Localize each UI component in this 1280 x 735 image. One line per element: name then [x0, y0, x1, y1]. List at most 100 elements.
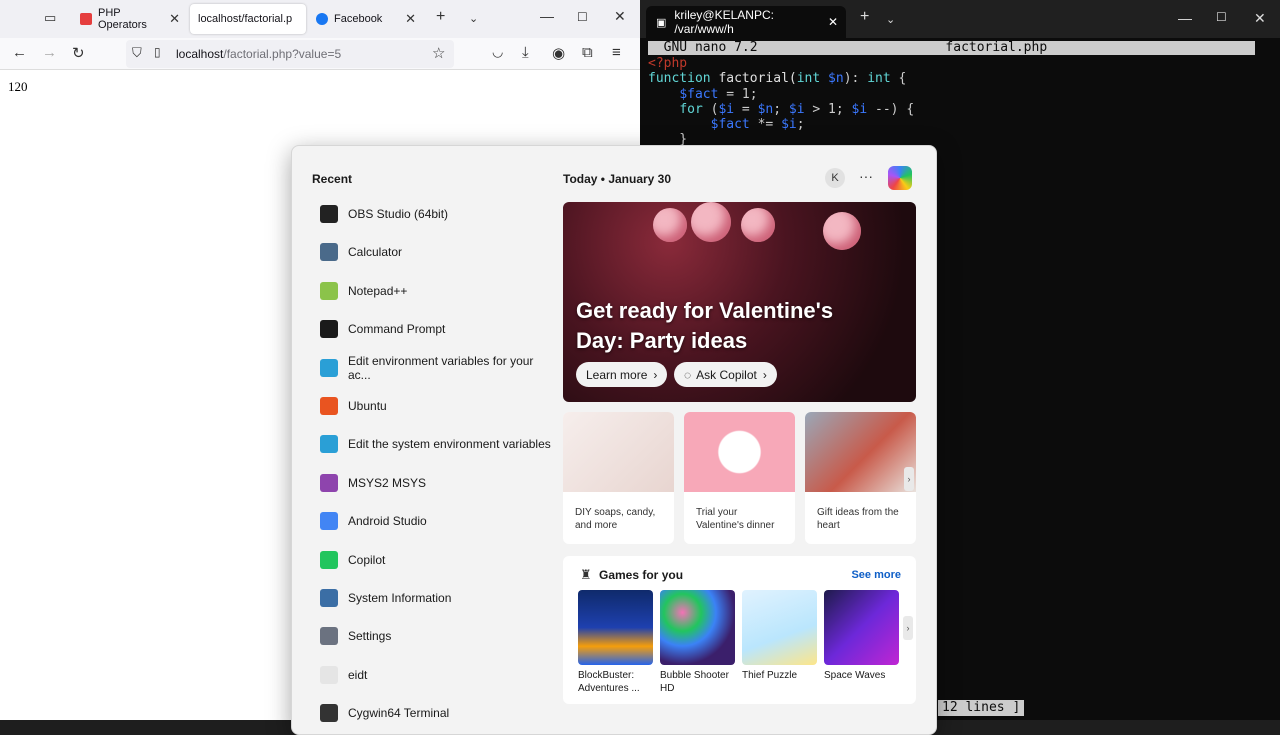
recent-app-item[interactable]: Ubuntu: [320, 394, 556, 418]
new-tab-plus-icon[interactable]: +: [860, 8, 869, 26]
game-tile[interactable]: Bubble Shooter HD: [660, 590, 735, 695]
tab-php-operators[interactable]: PHP Operators ✕: [72, 4, 188, 34]
recent-app-item[interactable]: Settings: [320, 624, 556, 648]
feed-card-diy[interactable]: DIY soaps, candy, and more: [563, 412, 674, 544]
scroll-right-icon[interactable]: ›: [903, 616, 913, 640]
back-icon[interactable]: ←: [12, 44, 27, 61]
recent-app-item[interactable]: Android Studio: [320, 509, 556, 533]
tab-factorial[interactable]: localhost/factorial.p: [190, 4, 306, 34]
recent-app-item[interactable]: MSYS2 MSYS: [320, 471, 556, 495]
heart-balloon-image: [691, 202, 731, 242]
shield-icon[interactable]: ⛉: [132, 45, 142, 61]
downloads-icon[interactable]: ⤓: [522, 44, 529, 61]
recent-app-item[interactable]: Calculator: [320, 240, 556, 264]
recent-app-item[interactable]: Command Prompt: [320, 317, 556, 341]
code-line-5[interactable]: $fact *= $i;: [648, 117, 805, 132]
minimize-icon[interactable]: —: [540, 8, 554, 24]
scroll-right-icon[interactable]: ›: [904, 467, 914, 491]
page-info-icon[interactable]: ▯: [154, 45, 161, 59]
recent-app-label: System Information: [348, 591, 452, 605]
game-tile[interactable]: Thief Puzzle: [742, 590, 817, 682]
feed-card-gifts[interactable]: Gift ideas from the heart: [805, 412, 916, 544]
recent-app-item[interactable]: eidt: [320, 663, 556, 687]
card-caption: Trial your Valentine's dinner: [696, 507, 775, 531]
monitor-icon: [320, 435, 338, 454]
start-menu: Recent OBS Studio (64bit) Calculator Notep…: [291, 145, 937, 735]
code-line-1[interactable]: <?php: [648, 56, 687, 71]
minimize-icon[interactable]: —: [1178, 10, 1192, 26]
recent-app-item[interactable]: Copilot: [320, 548, 556, 572]
code-line-2[interactable]: function factorial(int $n): int {: [648, 71, 906, 86]
hero-card[interactable]: Get ready for Valentine's Day: Party ide…: [563, 202, 916, 402]
recent-app-item[interactable]: Edit the system environment variables: [320, 432, 556, 456]
search-icon: [320, 665, 338, 684]
games-heading: Games for you: [599, 568, 684, 582]
forward-icon[interactable]: →: [42, 44, 57, 61]
learn-more-button[interactable]: Learn more ›: [576, 362, 668, 387]
account-icon[interactable]: ◉: [552, 44, 565, 62]
recent-app-label: Settings: [348, 629, 392, 644]
ask-copilot-label: Ask Copilot: [696, 367, 757, 382]
tab-facebook[interactable]: Facebook ✕: [308, 4, 424, 34]
tab-overview-icon[interactable]: ▭: [44, 10, 56, 26]
recent-heading: Recent: [312, 172, 353, 186]
gear-icon: [320, 627, 338, 646]
recent-app-label: Notepad++: [348, 283, 408, 298]
hero-title: Get ready for Valentine's Day: Party ide…: [576, 298, 834, 353]
list-tabs-chevron-icon[interactable]: ⌄: [469, 12, 478, 25]
recent-app-label: Command Prompt: [348, 322, 446, 337]
close-window-icon[interactable]: ✕: [1254, 10, 1266, 27]
code-line-4[interactable]: for ($i = $n; $i > 1; $i --) {: [648, 102, 914, 117]
recent-app-label: Ubuntu: [348, 399, 387, 413]
tab-label: Facebook: [334, 13, 383, 25]
system-information-icon: [320, 589, 338, 607]
menu-icon[interactable]: ≡: [612, 44, 621, 61]
recent-app-label: eidt: [348, 667, 368, 682]
close-tab-icon[interactable]: ✕: [405, 11, 416, 27]
new-tab-plus-icon[interactable]: +: [436, 8, 445, 26]
see-more-link[interactable]: See more: [851, 569, 901, 581]
extensions-icon[interactable]: ⧉: [582, 44, 593, 61]
copilot-icon[interactable]: [888, 166, 912, 190]
game-tile[interactable]: BlockBuster: Adventures ...: [578, 590, 653, 695]
terminal-tab-bar: ▣ kriley@KELANPC: /var/www/h ✕ + ⌄ — ☐ ✕: [640, 0, 1280, 38]
maximize-icon[interactable]: ☐: [577, 10, 588, 24]
recent-app-label: Android Studio: [348, 514, 427, 529]
navigation-bar: ← → ↻ ⛉ ▯ localhost/factorial.php?value=…: [0, 38, 640, 70]
game-name: Thief Puzzle: [742, 670, 798, 681]
android-studio-icon: [320, 512, 338, 531]
close-tab-icon[interactable]: ✕: [828, 15, 838, 29]
url-bar[interactable]: ⛉ ▯ localhost/factorial.php?value=5 ☆: [126, 40, 454, 68]
recent-app-item[interactable]: Edit environment variables for your ac..…: [320, 354, 556, 382]
close-window-icon[interactable]: ✕: [614, 8, 626, 25]
youtube-favicon-icon: [80, 13, 92, 25]
pocket-icon[interactable]: ◡: [492, 44, 503, 60]
maximize-icon[interactable]: ☐: [1216, 10, 1227, 24]
gift-hands-image: [805, 412, 916, 492]
recent-app-item[interactable]: OBS Studio (64bit): [320, 202, 556, 226]
game-tile[interactable]: Space Waves: [824, 590, 899, 682]
dropdown-chevron-icon[interactable]: ⌄: [886, 13, 895, 26]
terminal-tab[interactable]: ▣ kriley@KELANPC: /var/www/h ✕: [646, 6, 846, 38]
close-tab-icon[interactable]: ✕: [169, 11, 180, 27]
avatar[interactable]: K: [825, 168, 845, 188]
cygwin-icon: [320, 704, 338, 723]
learn-more-label: Learn more: [586, 367, 648, 382]
reload-icon[interactable]: ↻: [72, 44, 85, 62]
recent-app-item[interactable]: Cygwin64 Terminal: [320, 701, 556, 725]
bookmark-star-icon[interactable]: ☆: [432, 44, 445, 62]
heart-balloon-image: [741, 208, 775, 242]
msys2-icon: [320, 473, 338, 492]
code-line-3[interactable]: $fact = 1;: [648, 87, 757, 102]
today-date-label: Today • January 30: [563, 172, 672, 186]
more-options-icon[interactable]: ···: [859, 168, 873, 184]
notepad-plus-plus-icon: [320, 281, 338, 300]
recent-app-item[interactable]: System Information: [320, 586, 556, 610]
game-thumbnail: [660, 590, 735, 665]
terminal-tab-title: kriley@KELANPC: /var/www/h: [674, 8, 774, 36]
game-name: Space Waves: [824, 670, 886, 681]
ask-copilot-button[interactable]: ◌ Ask Copilot ›: [674, 362, 777, 387]
recent-app-item[interactable]: Notepad++: [320, 279, 556, 303]
game-name: Bubble Shooter HD: [660, 670, 729, 694]
feed-card-dinner[interactable]: Trial your Valentine's dinner: [684, 412, 795, 544]
